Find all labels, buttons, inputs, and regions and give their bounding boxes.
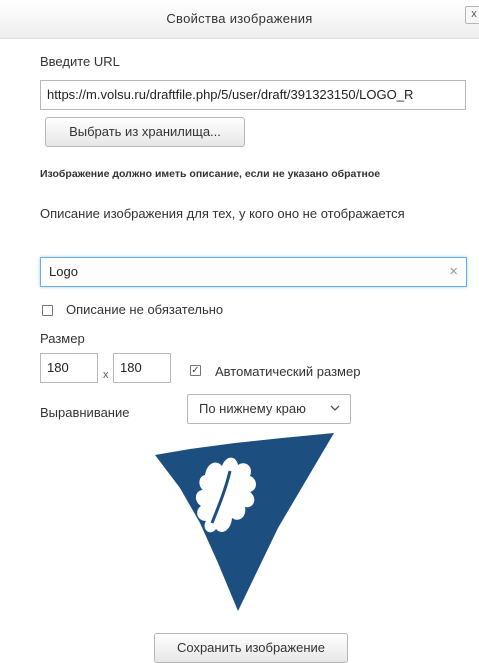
oak-leaf-logo — [155, 433, 334, 611]
decorative-checkbox[interactable] — [42, 305, 53, 316]
url-input[interactable]: https://m.volsu.ru/draftfile.php/5/user/… — [40, 80, 466, 110]
size-label: Размер — [40, 331, 85, 346]
clear-icon[interactable]: × — [449, 258, 458, 286]
close-icon: x — [471, 8, 477, 20]
dialog-title: Свойства изображения — [166, 11, 313, 26]
width-input[interactable]: 180 — [40, 353, 98, 383]
alt-text-value: Logo — [49, 264, 78, 279]
check-icon: ✓ — [191, 365, 200, 376]
url-label: Введите URL — [40, 54, 120, 69]
alt-text-label: Описание изображения для тех, у кого оно… — [40, 206, 405, 221]
image-preview — [155, 433, 334, 611]
alignment-select[interactable]: По нижнему краю — [187, 394, 351, 424]
chevron-down-icon — [330, 405, 340, 411]
alignment-selected-value: По нижнему краю — [199, 401, 306, 416]
decorative-label: Описание не обязательно — [66, 302, 224, 317]
height-input[interactable]: 180 — [113, 353, 171, 383]
save-image-button[interactable]: Сохранить изображение — [154, 633, 348, 663]
auto-size-label: Автоматический размер — [215, 364, 361, 379]
auto-size-checkbox[interactable]: ✓ — [190, 365, 201, 376]
alt-text-input[interactable]: Logo × — [40, 257, 467, 287]
size-separator: x — [103, 369, 109, 381]
browse-repositories-button[interactable]: Выбрать из хранилища... — [45, 117, 245, 147]
close-button[interactable]: x — [465, 6, 479, 24]
alignment-label: Выравнивание — [40, 405, 130, 420]
dialog-titlebar: Свойства изображения x — [0, 0, 479, 39]
description-required-warning: Изображение должно иметь описание, если … — [40, 168, 381, 180]
